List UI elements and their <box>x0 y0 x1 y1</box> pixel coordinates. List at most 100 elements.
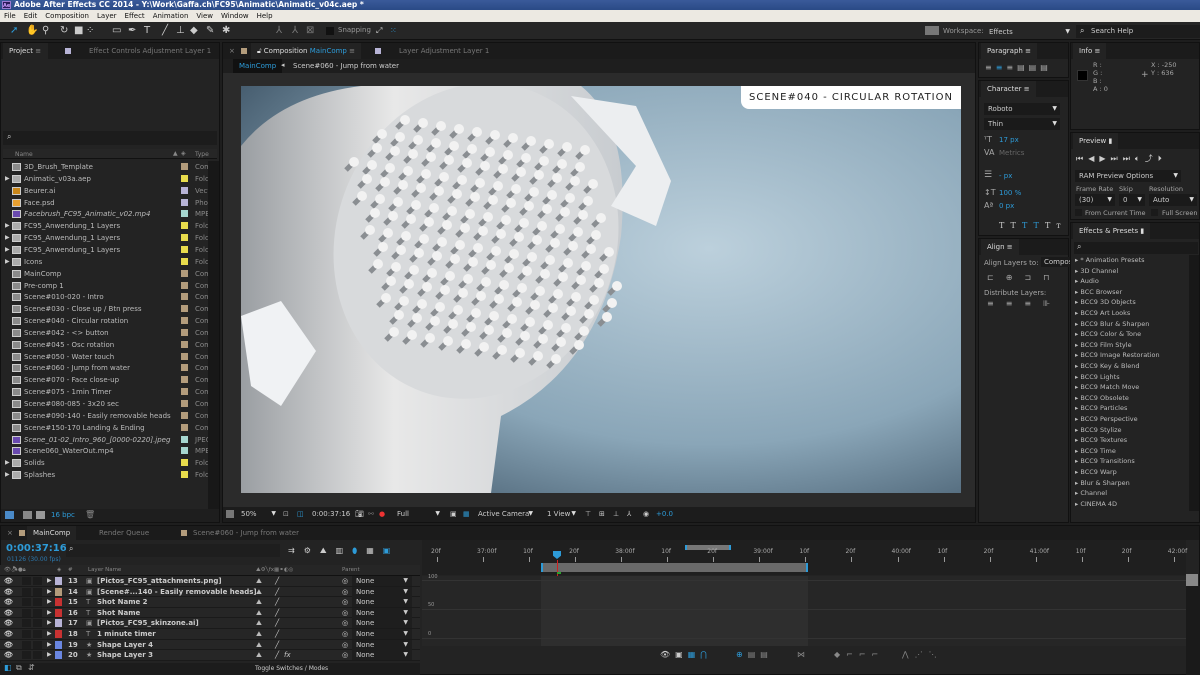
parent-dropdown[interactable]: None ▼ <box>352 618 412 629</box>
project-item[interactable]: Scene_01-02_Intro_960_[0000-0220].jpeg JP… <box>1 434 208 446</box>
pan-behind-tool-icon[interactable]: ⁘ <box>86 26 94 36</box>
solo-toggle[interactable] <box>22 619 31 628</box>
layer-name[interactable]: Shape Layer 4 <box>97 640 153 650</box>
shy-switch-icon[interactable]: ⛰ <box>256 618 262 628</box>
safe-zones-icon[interactable]: ⊡ <box>283 507 289 522</box>
timeline-current-time[interactable]: 0:00:37:16 <box>6 543 67 554</box>
layer-row[interactable]: 👁︎ ▶ 19 ★ Shape Layer 4 ⛰ ╱ ◎ None ▼ <box>0 639 420 651</box>
effects-search-input[interactable]: ⌕ <box>1074 242 1198 254</box>
project-item[interactable]: Beurer.ai Vect <box>1 185 208 197</box>
project-item[interactable]: ▶ Icons Fold <box>1 256 208 268</box>
menu-window[interactable]: Window <box>221 10 249 22</box>
work-area-bar[interactable] <box>541 563 808 572</box>
tab-render-queue[interactable]: Render Queue <box>93 526 155 540</box>
effects-scrollbar[interactable] <box>1189 255 1199 511</box>
always-preview-icon[interactable] <box>226 510 234 518</box>
interpret-footage-icon[interactable] <box>5 511 14 519</box>
lock-toggle[interactable] <box>33 640 42 649</box>
project-item[interactable]: Facebrush_FC95_Animatic_v02.mp4 MPE <box>1 208 208 220</box>
label-color[interactable] <box>181 305 188 313</box>
selection-tool-icon[interactable]: ➚ <box>10 26 18 36</box>
label-color[interactable] <box>55 630 62 638</box>
eye-icon[interactable]: 👁︎ <box>4 640 13 650</box>
timeline-icon[interactable]: ⊥ <box>613 507 619 522</box>
column-name[interactable]: Name <box>15 151 33 158</box>
current-time-display[interactable]: 0:00:37:16 <box>312 507 350 522</box>
tab-character[interactable]: Character ≡ <box>981 81 1036 97</box>
roto-brush-tool-icon[interactable]: ✎ <box>206 26 214 36</box>
effect-category[interactable]: ▸ BCC9 Perspective <box>1075 414 1138 425</box>
effect-category[interactable]: ▸ BCC9 Lights <box>1075 372 1120 383</box>
effect-category[interactable]: ▸ BCC9 Transitions <box>1075 456 1135 467</box>
separate-dimensions-icon[interactable]: ⋈ <box>797 646 805 663</box>
shy-switch-icon[interactable]: ⛰ <box>256 608 262 618</box>
quality-switch-icon[interactable]: ╱ <box>275 629 279 639</box>
quality-switch-icon[interactable]: ╱ <box>275 597 279 607</box>
lock-toggle[interactable] <box>33 608 42 617</box>
new-folder-icon[interactable] <box>23 511 32 519</box>
solo-toggle[interactable] <box>22 630 31 638</box>
label-color[interactable] <box>181 328 188 336</box>
graph-view-buttons[interactable]: 👁︎▣▦⋂ <box>660 646 712 663</box>
project-item[interactable]: Scene#075 - 1min Timer Com <box>1 386 208 398</box>
eye-icon[interactable]: 👁︎ <box>4 608 13 618</box>
effect-category[interactable]: ▸ BCC9 Blur & Sharpen <box>1075 319 1149 330</box>
tab-layer[interactable]: Layer Adjustment Layer 1 <box>393 43 495 59</box>
channel-icon[interactable]: ● <box>379 507 385 522</box>
tab-effects-presets[interactable]: Effects & Presets ▮ <box>1073 223 1151 239</box>
easy-ease-buttons[interactable]: ⋀⋰⋱ <box>902 646 943 663</box>
label-color[interactable] <box>181 174 188 182</box>
layer-name[interactable]: 1 minute timer <box>97 629 156 639</box>
reset-exposure-icon[interactable]: ◉ <box>643 507 649 522</box>
expand-arrow-icon[interactable]: ▶ <box>47 597 52 607</box>
effect-category[interactable]: ▸ BCC9 Time <box>1075 446 1116 457</box>
project-item[interactable]: 3D_Brush_Template Com <box>1 161 208 173</box>
label-color[interactable] <box>181 257 188 265</box>
effect-category[interactable]: ▸ * Animation Presets <box>1075 255 1145 266</box>
snapshot-icon[interactable]: 📷︎ <box>355 507 364 522</box>
project-scrollbar[interactable] <box>208 161 219 516</box>
fx-switch-icon[interactable]: fx <box>284 650 291 660</box>
eye-icon[interactable]: 👁︎ <box>4 576 13 586</box>
menu-edit[interactable]: Edit <box>24 10 38 22</box>
shy-switch-icon[interactable]: ⛰ <box>256 650 262 660</box>
effect-category[interactable]: ▸ BCC9 Textures <box>1075 435 1127 446</box>
eye-icon[interactable]: 👁︎ <box>4 618 13 628</box>
snap-edges-icon[interactable]: ⤢ <box>376 26 382 36</box>
exposure-value[interactable]: +0.0 <box>656 507 673 522</box>
project-item[interactable]: Scene#080-085 - 3x20 sec Com <box>1 398 208 410</box>
menu-effect[interactable]: Effect <box>125 10 145 22</box>
label-color[interactable] <box>181 186 188 194</box>
solo-toggle[interactable] <box>22 640 31 649</box>
project-item[interactable]: Scene#042 - <> button Com <box>1 327 208 339</box>
timeline-scrollbar[interactable] <box>1186 586 1200 675</box>
label-color[interactable] <box>181 400 188 407</box>
brush-tool-icon[interactable]: ╱ <box>162 26 168 36</box>
lock-toggle[interactable] <box>33 651 42 660</box>
expand-arrow-icon[interactable]: ▶ <box>5 244 10 256</box>
label-color[interactable] <box>181 222 188 230</box>
clone-stamp-tool-icon[interactable]: ⊥ <box>176 26 185 36</box>
effect-category[interactable]: ▸ BCC9 Stylize <box>1075 425 1122 436</box>
expand-arrow-icon[interactable]: ▶ <box>47 576 52 586</box>
effect-category[interactable]: ▸ BCC9 Key & Blend <box>1075 361 1139 372</box>
effect-category[interactable]: ▸ BCC9 3D Objects <box>1075 297 1136 308</box>
tab-info[interactable]: Info ≡ <box>1073 43 1107 59</box>
label-color[interactable] <box>55 577 62 585</box>
trash-icon[interactable]: 🗑 <box>85 510 95 519</box>
label-color[interactable] <box>181 388 188 396</box>
layer-row[interactable]: 👁︎ ▶ 14 ▣ [Scene#...140 - Easily removable h… <box>0 586 420 598</box>
camera-dropdown[interactable]: Active Camera <box>474 508 536 520</box>
pen-tool-icon[interactable]: ✒ <box>128 26 136 36</box>
flowchart-icon[interactable]: ⅄ <box>627 507 631 522</box>
label-color[interactable] <box>181 435 188 443</box>
ram-preview-options-dropdown[interactable]: RAM Preview Options <box>1075 170 1181 182</box>
eye-icon[interactable]: 👁︎ <box>4 597 13 607</box>
project-item[interactable]: Scene#070 - Face close-up Com <box>1 374 208 386</box>
from-current-time-checkbox[interactable] <box>1075 209 1082 216</box>
menu-animation[interactable]: Animation <box>153 10 189 22</box>
fast-previews-icon[interactable]: ⊞ <box>599 507 605 522</box>
layer-row[interactable]: 👁︎ ▶ 13 ▣ [Pictos_FC95_attachments.png] ⛰ ╱ ◎ No… <box>0 576 420 587</box>
world-axis-icon[interactable]: ⅄ <box>292 26 298 36</box>
label-color[interactable] <box>55 608 62 617</box>
